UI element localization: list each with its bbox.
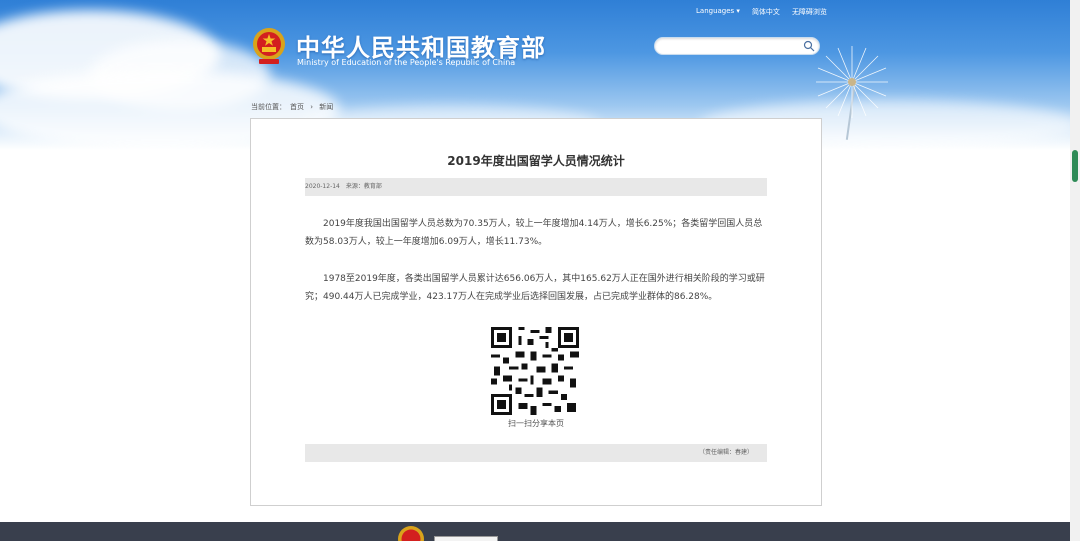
national-emblem-icon[interactable] [251, 27, 287, 67]
dandelion-icon [816, 46, 888, 118]
breadcrumb-home-link[interactable]: 首页 [290, 103, 304, 111]
breadcrumb-separator-icon: › [310, 103, 314, 111]
article-panel: 2019年度出国留学人员情况统计 2020-12-14 来源：教育部 2019年度… [250, 118, 822, 506]
qr-code-icon [491, 327, 579, 415]
article-source: 来源：教育部 [345, 183, 382, 190]
page-scrollbar[interactable] [1070, 0, 1080, 541]
languages-link[interactable]: Languages ▾ [696, 7, 740, 17]
search-icon[interactable] [803, 40, 815, 52]
breadcrumb-current[interactable]: 新闻 [319, 103, 333, 111]
article-paragraph: 2019年度我国出国留学人员总数为70.35万人，较上一年度增加4.14万人，增… [305, 219, 763, 247]
site-subtitle: Ministry of Education of the People's Re… [297, 58, 516, 67]
top-links: Languages ▾ 简体中文 无障碍浏览 [696, 7, 827, 17]
search-input[interactable] [654, 37, 820, 55]
article-paragraph: 1978至2019年度，各类出国留学人员累计达656.06万人，其中165.62… [305, 274, 765, 302]
accessibility-link[interactable]: 无障碍浏览 [792, 7, 827, 17]
qr-caption: 扫一扫分享本页 [508, 419, 564, 428]
simplified-chinese-link[interactable]: 简体中文 [752, 7, 780, 17]
article-meta-bar: 2020-12-14 来源：教育部 [305, 178, 767, 196]
breadcrumb-prefix: 当前位置： [251, 103, 286, 111]
article-date: 2020-12-14 [305, 183, 340, 190]
footer-emblem-icon [398, 526, 424, 541]
editor-bar: （责任编辑：春建） [305, 444, 767, 462]
breadcrumb: 当前位置： 首页 › 新闻 [251, 102, 337, 112]
article-title: 2019年度出国留学人员情况统计 [447, 154, 625, 168]
page-footer [0, 522, 1080, 541]
article-editor: （责任编辑：春建） [698, 449, 753, 456]
footer-badge-icon[interactable] [434, 536, 498, 541]
scrollbar-thumb[interactable] [1072, 150, 1078, 182]
